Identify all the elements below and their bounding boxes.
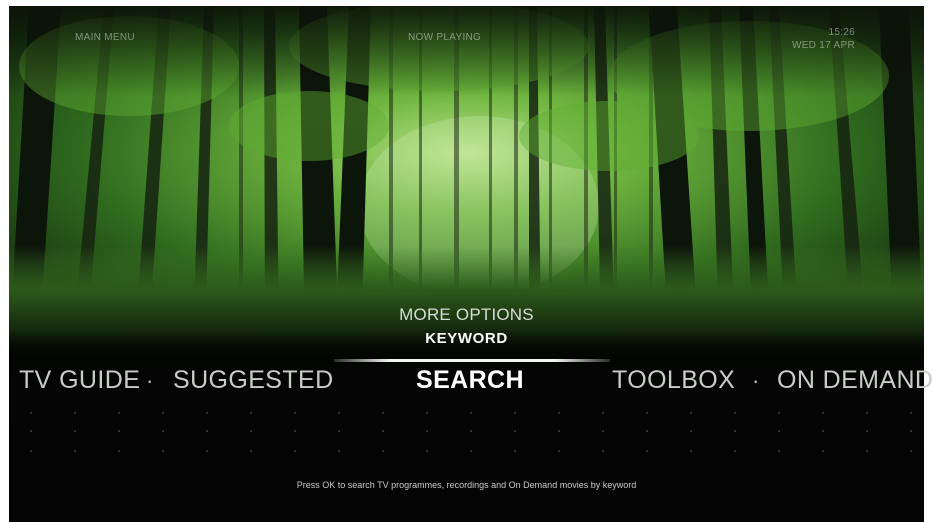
forest-background-image xyxy=(9,6,924,356)
menu-item-search[interactable]: SEARCH xyxy=(416,366,524,395)
menu-separator: · xyxy=(146,368,154,393)
decorative-dot-row xyxy=(9,450,924,452)
decorative-dot-row xyxy=(9,412,924,414)
frame-border-right xyxy=(924,0,933,522)
menu-item-on-demand[interactable]: ON DEMAND xyxy=(777,366,933,395)
frame-border-top xyxy=(0,0,933,6)
tv-menu-screen: MAIN MENU NOW PLAYING 15:26 WED 17 APR M… xyxy=(0,0,933,522)
header-date: WED 17 APR xyxy=(791,40,855,51)
header-clock: 15:26 WED 17 APR xyxy=(792,26,855,52)
header-now-playing-label: NOW PLAYING xyxy=(408,32,482,43)
menu-item-suggested[interactable]: SUGGESTED xyxy=(173,366,334,395)
decorative-dot-row xyxy=(9,430,924,432)
header-time: 15:26 xyxy=(828,27,855,38)
menu-separator: · xyxy=(752,368,760,393)
frame-border-left xyxy=(0,0,9,522)
more-options-label[interactable]: MORE OPTIONS xyxy=(0,305,933,325)
help-hint-text: Press OK to search TV programmes, record… xyxy=(296,480,637,490)
menu-item-toolbox[interactable]: TOOLBOX xyxy=(612,366,735,395)
header-main-menu-label: MAIN MENU xyxy=(75,32,135,43)
menu-item-tv-guide[interactable]: TV GUIDE xyxy=(19,366,140,395)
keyword-option[interactable]: KEYWORD xyxy=(0,330,933,347)
selection-highlight-line xyxy=(334,359,610,362)
